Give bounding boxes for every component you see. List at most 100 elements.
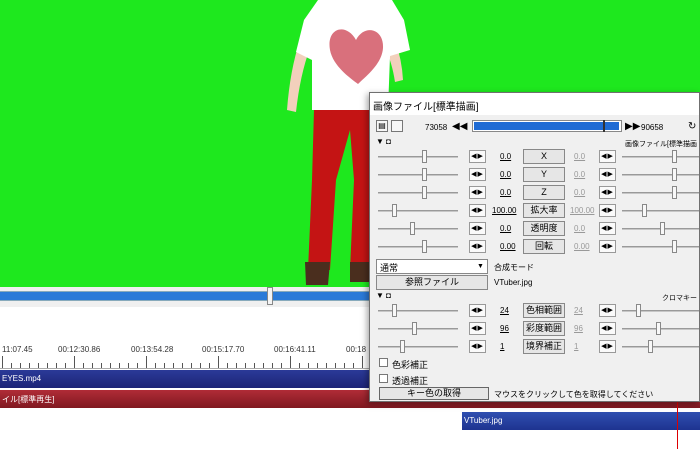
- image-clip[interactable]: VTuber.jpg: [462, 412, 700, 430]
- frame-cursor[interactable]: [603, 120, 605, 132]
- left-stepper[interactable]: ◀▶: [469, 150, 486, 163]
- param-end-value[interactable]: 0.00: [574, 242, 590, 251]
- left-slider-track[interactable]: [378, 192, 458, 194]
- frame-icon[interactable]: [391, 120, 403, 132]
- param-button[interactable]: 回転: [523, 239, 565, 254]
- right-slider-track[interactable]: [622, 328, 699, 330]
- right-stepper[interactable]: ◀▶: [599, 186, 616, 199]
- left-slider-thumb[interactable]: [400, 340, 405, 353]
- left-slider-thumb[interactable]: [412, 322, 417, 335]
- left-slider-track[interactable]: [378, 210, 458, 212]
- left-slider-thumb[interactable]: [422, 150, 427, 163]
- param-value[interactable]: 96: [500, 324, 509, 333]
- link-icon[interactable]: ↻: [688, 121, 696, 132]
- left-stepper[interactable]: ◀▶: [469, 322, 486, 335]
- param-button[interactable]: 色相範囲: [523, 303, 565, 318]
- right-slider-track[interactable]: [622, 246, 699, 248]
- left-stepper[interactable]: ◀▶: [469, 240, 486, 253]
- collapse-icon[interactable]: ▼ ◘: [376, 137, 391, 146]
- layer-3[interactable]: VTuber.jpg: [0, 411, 700, 431]
- right-slider-track[interactable]: [622, 346, 699, 348]
- right-slider-thumb[interactable]: [672, 186, 677, 199]
- param-end-value[interactable]: 1: [574, 342, 578, 351]
- right-stepper[interactable]: ◀▶: [599, 322, 616, 335]
- left-slider-track[interactable]: [378, 310, 458, 312]
- left-slider-track[interactable]: [378, 346, 458, 348]
- left-stepper[interactable]: ◀▶: [469, 340, 486, 353]
- param-button[interactable]: X: [523, 149, 565, 164]
- transparency-correction-checkbox[interactable]: [379, 374, 388, 383]
- layer-icon[interactable]: ▤: [376, 120, 388, 132]
- collapse-icon[interactable]: ▼ ◘: [376, 291, 391, 300]
- left-slider-track[interactable]: [378, 246, 458, 248]
- param-end-value[interactable]: 24: [574, 306, 583, 315]
- param-value[interactable]: 0.0: [500, 170, 511, 179]
- param-end-value[interactable]: 0.0: [574, 224, 585, 233]
- param-value[interactable]: 0.00: [500, 242, 516, 251]
- param-end-value[interactable]: 0.0: [574, 152, 585, 161]
- right-stepper[interactable]: ◀▶: [599, 150, 616, 163]
- param-end-value[interactable]: 0.0: [574, 188, 585, 197]
- right-stepper[interactable]: ◀▶: [599, 240, 616, 253]
- right-slider-thumb[interactable]: [672, 240, 677, 253]
- color-correction-checkbox[interactable]: [379, 358, 388, 367]
- left-slider-thumb[interactable]: [422, 168, 427, 181]
- right-slider-thumb[interactable]: [648, 340, 653, 353]
- right-stepper[interactable]: ◀▶: [599, 168, 616, 181]
- param-value[interactable]: 0.0: [500, 224, 511, 233]
- left-stepper[interactable]: ◀▶: [469, 222, 486, 235]
- right-slider-track[interactable]: [622, 192, 699, 194]
- left-slider-track[interactable]: [378, 174, 458, 176]
- left-slider-track[interactable]: [378, 228, 458, 230]
- seek-track[interactable]: [0, 291, 380, 301]
- right-slider-thumb[interactable]: [672, 168, 677, 181]
- param-end-value[interactable]: 96: [574, 324, 583, 333]
- left-slider-track[interactable]: [378, 328, 458, 330]
- next-frame-button[interactable]: ▶▶: [625, 121, 640, 132]
- left-stepper[interactable]: ◀▶: [469, 304, 486, 317]
- param-value[interactable]: 100.00: [492, 206, 516, 215]
- right-stepper[interactable]: ◀▶: [599, 304, 616, 317]
- right-slider-track[interactable]: [622, 310, 699, 312]
- param-end-value[interactable]: 100.00: [570, 206, 594, 215]
- left-slider-thumb[interactable]: [422, 186, 427, 199]
- param-button[interactable]: 彩度範囲: [523, 321, 565, 336]
- prev-frame-button[interactable]: ◀◀: [452, 121, 467, 132]
- right-slider-thumb[interactable]: [636, 304, 641, 317]
- right-slider-thumb[interactable]: [660, 222, 665, 235]
- blend-mode-select[interactable]: 通常 ▼: [376, 259, 488, 274]
- param-button[interactable]: 拡大率: [523, 203, 565, 218]
- right-slider-thumb[interactable]: [642, 204, 647, 217]
- param-end-value[interactable]: 0.0: [574, 170, 585, 179]
- param-button[interactable]: Z: [523, 185, 565, 200]
- frame-range-bar[interactable]: [472, 120, 622, 132]
- param-value[interactable]: 0.0: [500, 152, 511, 161]
- right-slider-track[interactable]: [622, 210, 699, 212]
- left-stepper[interactable]: ◀▶: [469, 204, 486, 217]
- param-value[interactable]: 1: [500, 342, 504, 351]
- param-button[interactable]: 透明度: [523, 221, 565, 236]
- right-stepper[interactable]: ◀▶: [599, 222, 616, 235]
- seek-thumb[interactable]: [267, 287, 273, 305]
- right-slider-track[interactable]: [622, 156, 699, 158]
- right-slider-thumb[interactable]: [656, 322, 661, 335]
- seek-bar[interactable]: [0, 287, 380, 307]
- left-slider-thumb[interactable]: [392, 204, 397, 217]
- right-stepper[interactable]: ◀▶: [599, 204, 616, 217]
- chevron-down-icon[interactable]: ▼: [475, 261, 486, 272]
- left-slider-track[interactable]: [378, 156, 458, 158]
- left-stepper[interactable]: ◀▶: [469, 186, 486, 199]
- param-button[interactable]: 境界補正: [523, 339, 565, 354]
- left-stepper[interactable]: ◀▶: [469, 168, 486, 181]
- get-key-color-button[interactable]: キー色の取得: [379, 387, 489, 400]
- left-slider-thumb[interactable]: [410, 222, 415, 235]
- left-slider-thumb[interactable]: [422, 240, 427, 253]
- right-stepper[interactable]: ◀▶: [599, 340, 616, 353]
- reference-file-button[interactable]: 参照ファイル: [376, 275, 488, 290]
- param-button[interactable]: Y: [523, 167, 565, 182]
- right-slider-thumb[interactable]: [672, 150, 677, 163]
- right-slider-track[interactable]: [622, 174, 699, 176]
- left-slider-thumb[interactable]: [392, 304, 397, 317]
- param-value[interactable]: 0.0: [500, 188, 511, 197]
- param-value[interactable]: 24: [500, 306, 509, 315]
